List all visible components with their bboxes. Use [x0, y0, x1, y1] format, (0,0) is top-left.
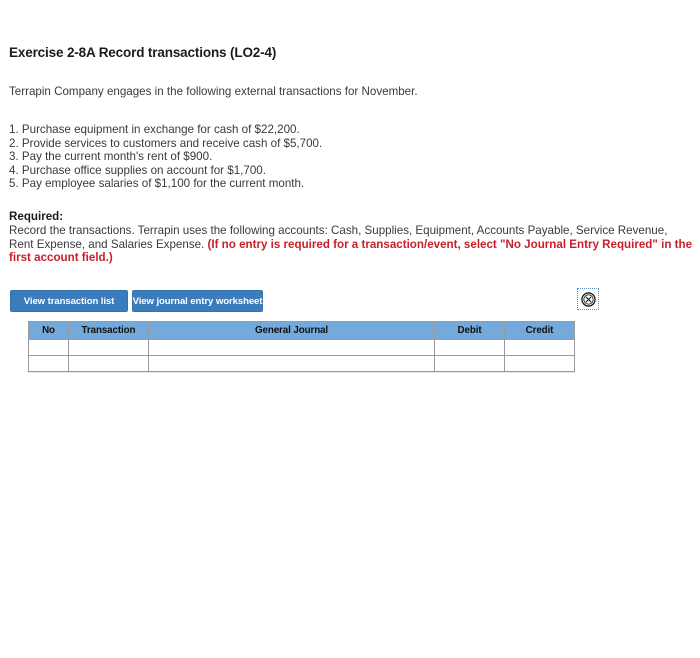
list-item: 2. Provide services to customers and rec… [9, 136, 323, 150]
required-body: Record the transactions. Terrapin uses t… [9, 224, 693, 266]
table-row[interactable] [28, 339, 575, 356]
column-header-credit: Credit [504, 321, 575, 340]
table-row[interactable] [28, 355, 575, 372]
intro-text: Terrapin Company engages in the followin… [9, 85, 418, 98]
page-title: Exercise 2-8A Record transactions (LO2-4… [9, 45, 277, 60]
cell-debit[interactable] [434, 355, 505, 372]
cell-no[interactable] [28, 355, 69, 372]
general-journal-table: No Transaction General Journal Debit Cre… [28, 321, 575, 372]
cell-credit[interactable] [504, 355, 575, 372]
exercise-page: Exercise 2-8A Record transactions (LO2-4… [0, 0, 700, 658]
list-item: 1. Purchase equipment in exchange for ca… [9, 123, 300, 136]
cell-transaction[interactable] [68, 339, 149, 356]
cell-no[interactable] [28, 339, 69, 356]
cell-transaction[interactable] [68, 355, 149, 372]
view-journal-entry-worksheet-button[interactable]: View journal entry worksheet [132, 290, 263, 312]
column-header-transaction: Transaction [68, 321, 149, 340]
cell-general-journal[interactable] [148, 355, 435, 372]
cell-credit[interactable] [504, 339, 575, 356]
column-header-general-journal: General Journal [148, 321, 435, 340]
required-heading: Required: [9, 210, 64, 223]
column-header-no: No [28, 321, 69, 340]
transaction-list: 1. Purchase equipment in exchange for ca… [9, 123, 569, 191]
required-section: Required: Record the transactions. Terra… [9, 210, 693, 265]
cell-general-journal[interactable] [148, 339, 435, 356]
list-item: 5. Pay employee salaries of $1,100 for t… [9, 177, 305, 191]
view-transaction-list-button[interactable]: View transaction list [10, 290, 128, 312]
table-header-row: No Transaction General Journal Debit Cre… [28, 321, 575, 340]
column-header-debit: Debit [434, 321, 505, 340]
list-item: 4. Purchase office supplies on account f… [9, 163, 266, 177]
list-item: 3. Pay the current month's rent of $900. [9, 150, 213, 164]
circle-x-icon [580, 291, 596, 307]
cell-debit[interactable] [434, 339, 505, 356]
close-button[interactable] [577, 288, 599, 310]
